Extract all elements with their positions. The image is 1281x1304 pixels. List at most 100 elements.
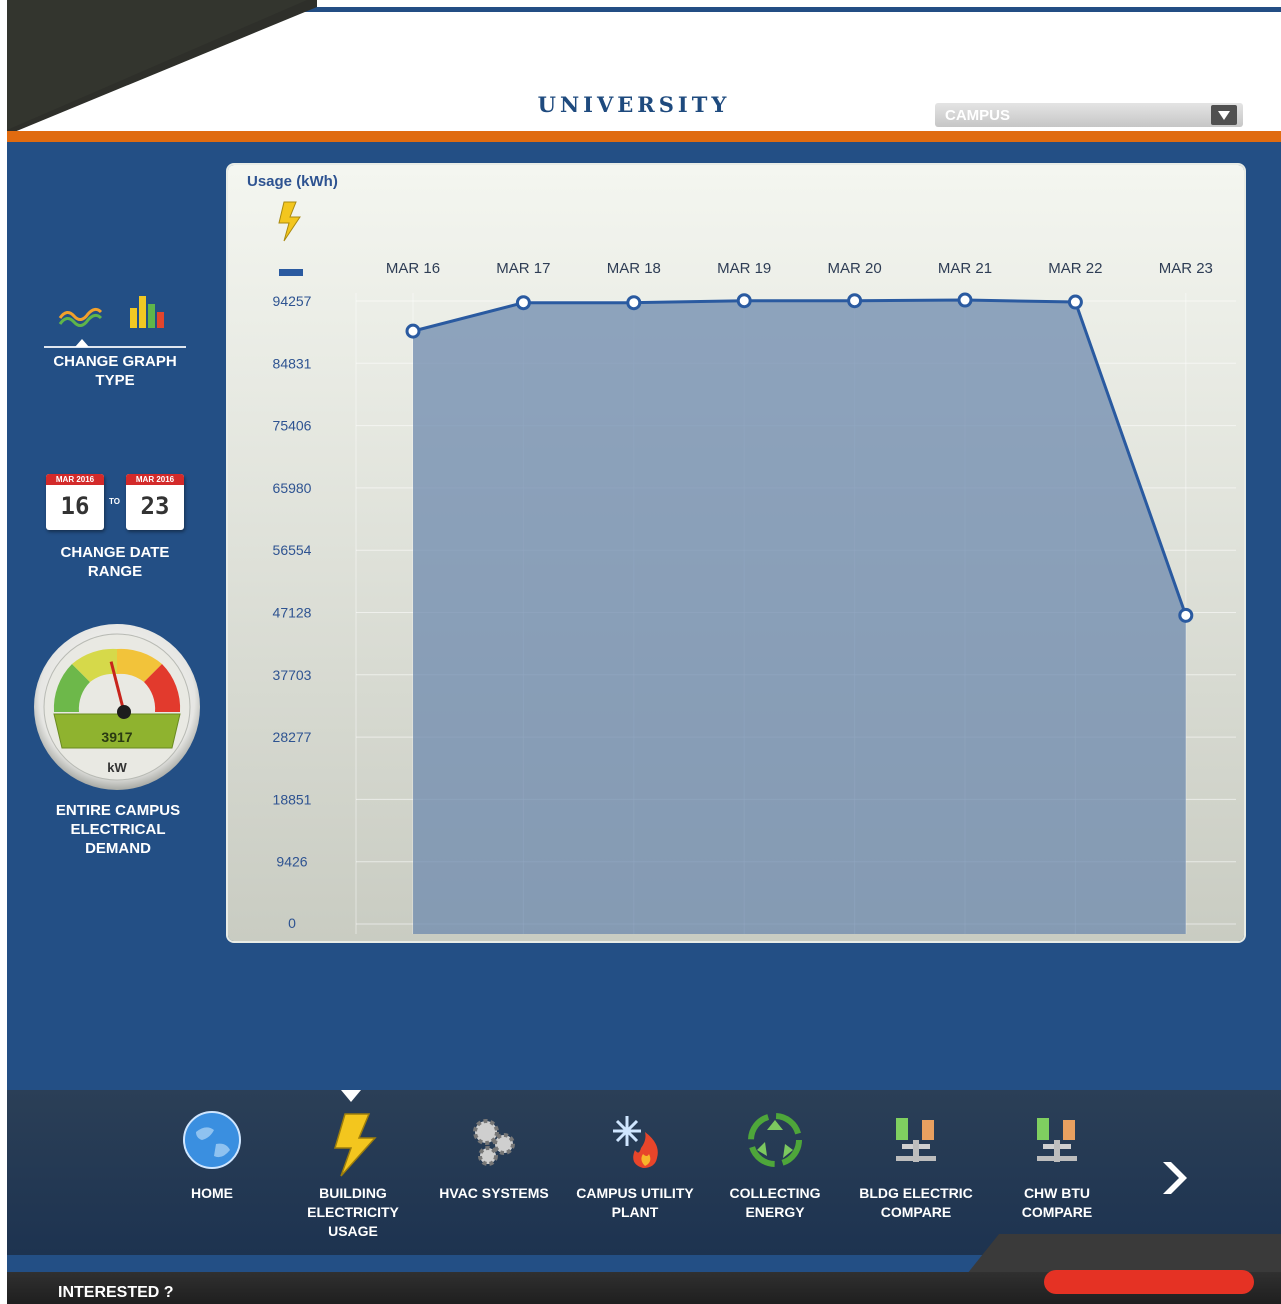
nav-item-label-line: ELECTRICITY	[307, 1204, 399, 1220]
line-graph-icon[interactable]	[57, 300, 107, 330]
graph-type-divider	[44, 346, 186, 348]
graph-type-label-line2: TYPE	[95, 372, 135, 389]
nav-item-label: HVAC SYSTEMS	[429, 1184, 559, 1203]
x-tick-label: MAR 18	[607, 260, 661, 277]
lightning-icon	[278, 201, 301, 242]
header: UNIVERSITY CAMPUS	[7, 0, 1281, 142]
y-tick-label: 18851	[273, 791, 312, 807]
x-tick-label: MAR 22	[1048, 260, 1102, 277]
nav-item-label: CHW BTU COMPARE	[992, 1184, 1122, 1222]
chevron-right-icon[interactable]	[1157, 1158, 1193, 1198]
x-tick-label: MAR 16	[386, 260, 440, 277]
date-to-word: TO	[109, 497, 120, 506]
bar-graph-icon[interactable]	[127, 292, 173, 330]
y-tick-label: 37703	[273, 667, 312, 683]
nav-item-label-line: PLANT	[611, 1204, 659, 1220]
y-tick-label: 75406	[273, 418, 312, 434]
y-tick-label: 94257	[273, 293, 312, 309]
demand-label-line3: DEMAND	[85, 840, 151, 857]
demand-gauge: 3917 kW	[34, 624, 200, 790]
nav-item-bldg-electric[interactable]: BLDG ELECTRIC COMPARE	[851, 1110, 981, 1222]
gauge-unit: kW	[107, 760, 127, 775]
campus-selector-value: CAMPUS	[945, 107, 1011, 124]
y-tick-label: 84831	[273, 355, 312, 371]
data-point[interactable]	[847, 293, 863, 309]
x-tick-label: MAR 17	[496, 260, 550, 277]
interested-link[interactable]: INTERESTED ?	[58, 1284, 174, 1302]
x-tick-label: MAR 21	[938, 260, 992, 277]
y-tick-label: 47128	[273, 605, 312, 621]
date-from-day: 16	[60, 492, 90, 520]
nav-item-label: HOME	[147, 1184, 277, 1203]
usage-chart: Usage (kWh) 0 9426 18851 28277 37703 47128 565…	[247, 173, 1236, 934]
active-nav-caret-icon	[341, 1090, 361, 1102]
date-label-line1: CHANGE DATE	[60, 544, 170, 561]
gauge-hub	[117, 705, 131, 719]
globe-icon	[147, 1110, 277, 1180]
nav-item-label-line: COLLECTING	[729, 1185, 821, 1201]
gauge-value: 3917	[101, 729, 132, 745]
chart-title: Usage (kWh)	[247, 173, 338, 190]
compare-bars-icon	[851, 1110, 981, 1180]
compare-bars-icon	[992, 1110, 1122, 1180]
date-to-month: MAR 2016	[126, 474, 184, 485]
date-from-calendar[interactable]: MAR 2016 16	[46, 474, 104, 530]
usage-chart-panel: Usage (kWh) 0 9426 18851 28277 37703 47128 565…	[228, 165, 1244, 941]
data-point[interactable]	[626, 295, 642, 311]
nav-item-label-line: BLDG ELECTRIC	[859, 1185, 973, 1201]
nav-item-label-line: ENERGY	[745, 1204, 805, 1220]
graph-type-label-line1: CHANGE GRAPH	[53, 353, 177, 370]
x-tick-label: MAR 19	[717, 260, 771, 277]
nav-item-label-line: CAMPUS UTILITY	[576, 1185, 694, 1201]
nav-item-campus-utility[interactable]: CAMPUS UTILITY PLANT	[570, 1110, 700, 1222]
series-area	[413, 300, 1186, 934]
x-tick-label: MAR 23	[1159, 260, 1213, 277]
selected-caret-icon	[75, 339, 89, 347]
series-legend-swatch	[279, 269, 303, 276]
nav-item-label-line: CHW BTU	[1023, 1185, 1091, 1201]
nav-item-building[interactable]: BUILDING ELECTRICITY USAGE	[288, 1110, 418, 1241]
data-point[interactable]	[1067, 294, 1083, 310]
snowflake-fire-icon	[570, 1110, 700, 1180]
nav-item-chw-btu[interactable]: CHW BTU COMPARE	[992, 1110, 1122, 1222]
change-date-range-label[interactable]: CHANGE DATE RANGE	[44, 543, 186, 581]
nav-item-label-line: BUILDING	[319, 1185, 387, 1201]
data-point[interactable]	[405, 323, 421, 339]
nav-item-label-line: COMPARE	[880, 1204, 952, 1220]
nav-item-label-line: HVAC SYSTEMS	[439, 1185, 549, 1201]
campus-selector[interactable]: CAMPUS	[935, 103, 1243, 127]
nav-item-label-line: COMPARE	[1021, 1204, 1093, 1220]
nav-item-label: BUILDING ELECTRICITY USAGE	[288, 1184, 418, 1241]
date-label-line2: RANGE	[87, 563, 143, 580]
demand-label-line2: ELECTRICAL	[70, 821, 166, 838]
lightning-icon	[288, 1110, 418, 1180]
nav-item-label: BLDG ELECTRIC COMPARE	[851, 1184, 981, 1222]
x-tick-label: MAR 20	[828, 260, 882, 277]
nav-item-home[interactable]: HOME	[147, 1110, 277, 1203]
data-point[interactable]	[1178, 607, 1194, 623]
gears-icon	[429, 1110, 559, 1180]
y-tick-label: 56554	[273, 542, 312, 558]
data-point[interactable]	[957, 292, 973, 308]
campus-demand-label: ENTIRE CAMPUS ELECTRICAL DEMAND	[44, 801, 192, 858]
nav-item-label-line: USAGE	[328, 1223, 378, 1239]
date-to-day: 23	[140, 492, 170, 520]
footer-red-button[interactable]	[1044, 1270, 1254, 1294]
app-frame: UNIVERSITY CAMPUS CHANGE GRAPH TYPE MAR …	[7, 0, 1281, 1304]
data-point[interactable]	[736, 293, 752, 309]
y-tick-label: 28277	[273, 729, 312, 745]
demand-label-line1: ENTIRE CAMPUS	[55, 802, 181, 819]
header-orange-stripe	[7, 131, 1281, 142]
nav-item-hvac-systems[interactable]: HVAC SYSTEMS	[429, 1110, 559, 1203]
date-from-month: MAR 2016	[46, 474, 104, 485]
data-point[interactable]	[515, 295, 531, 311]
y-tick-label: 9426	[276, 854, 307, 870]
chevron-down-icon[interactable]	[1211, 105, 1237, 125]
change-graph-type-label[interactable]: CHANGE GRAPH TYPE	[44, 352, 186, 390]
nav-item-label-line: HOME	[191, 1185, 233, 1201]
y-tick-label: 65980	[273, 480, 312, 496]
date-to-calendar[interactable]: MAR 2016 23	[126, 474, 184, 530]
recycle-icon	[710, 1110, 840, 1180]
nav-item-collecting[interactable]: COLLECTING ENERGY	[710, 1110, 840, 1222]
footer-tab-shape	[967, 1234, 1281, 1274]
